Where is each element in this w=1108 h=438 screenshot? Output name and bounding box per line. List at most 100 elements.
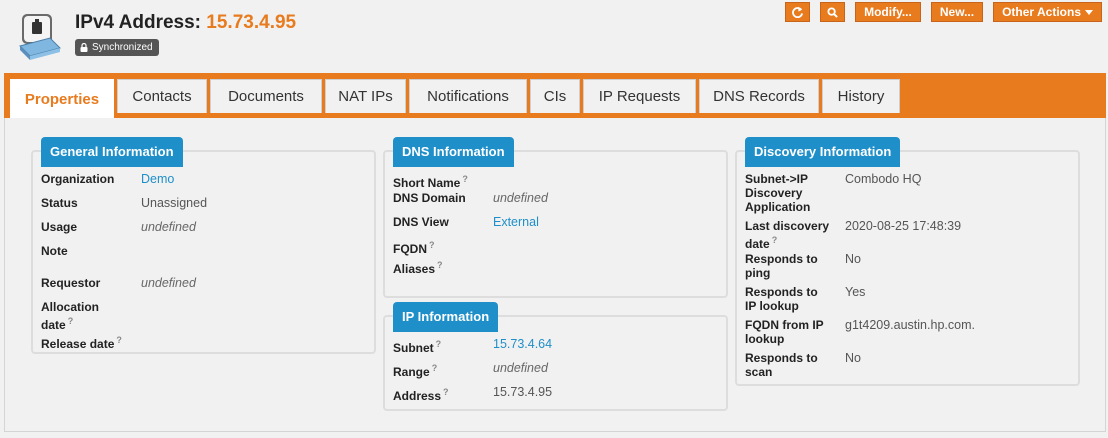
tab-label: NAT IPs xyxy=(338,88,393,105)
caret-down-icon xyxy=(1085,9,1093,15)
fqdn-lookup-label-line2: lookup xyxy=(745,332,785,346)
app-label-line3: Application xyxy=(745,200,811,214)
title-ip-address: 15.73.4.95 xyxy=(206,12,297,33)
dns-domain-label: DNS Domain xyxy=(393,191,466,205)
dns-information-title: DNS Information xyxy=(393,137,514,167)
discovery-information-title: Discovery Information xyxy=(745,137,901,167)
last-discovery-date-value: 2020-08-25 17:48:39 xyxy=(845,219,962,233)
range-label: Range? xyxy=(393,361,437,379)
responds-to-ip-lookup-label: Responds to IP lookup xyxy=(745,285,818,313)
dns-view-label: DNS View xyxy=(393,215,449,229)
other-actions-button[interactable]: Other Actions xyxy=(993,2,1102,22)
help-icon[interactable]: ? xyxy=(436,339,442,349)
tab-label: History xyxy=(837,88,885,105)
app-label-line2: Discovery xyxy=(745,186,803,200)
title-label: IPv4 Address: xyxy=(75,12,202,33)
modify-button-label: Modify... xyxy=(864,5,912,19)
help-icon[interactable]: ? xyxy=(68,316,74,326)
tab-cis[interactable]: CIs xyxy=(530,79,580,113)
allocation-label-line2: date xyxy=(41,318,66,332)
modify-button[interactable]: Modify... xyxy=(855,2,921,22)
allocation-date-label: Allocation date? xyxy=(41,300,99,332)
tab-ip-requests[interactable]: IP Requests xyxy=(583,79,696,113)
search-icon xyxy=(827,6,838,18)
aliases-label-text: Aliases xyxy=(393,262,436,276)
app-label-line1: Subnet->IP xyxy=(745,172,809,186)
tab-label: CIs xyxy=(543,88,567,105)
sync-badge-label: Synchronized xyxy=(92,42,153,53)
fqdn-from-ip-lookup-value: g1t4209.austin.hp.com. xyxy=(845,318,975,332)
page: IPv4 Address: 15.73.4.95 Synchronized Mo… xyxy=(0,0,1108,438)
tab-history[interactable]: History xyxy=(822,79,900,113)
new-button-label: New... xyxy=(939,5,975,19)
dns-view-link[interactable]: External xyxy=(493,215,539,229)
tab-label: Documents xyxy=(228,88,304,105)
status-label: Status xyxy=(41,196,78,210)
general-information-title: General Information xyxy=(41,137,183,167)
iplookup-label-line2: IP lookup xyxy=(745,299,799,313)
discovery-application-label: Subnet->IP Discovery Application xyxy=(745,172,810,214)
ping-label-line2: ping xyxy=(745,266,771,280)
scan-label-line1: Responds to xyxy=(745,351,818,365)
requestor-value: undefined xyxy=(141,276,196,290)
fqdn-label-text: FQDN xyxy=(393,242,427,256)
help-icon[interactable]: ? xyxy=(772,235,778,245)
address-value: 15.73.4.95 xyxy=(493,385,553,399)
discovery-application-value: Combodo HQ xyxy=(845,172,922,186)
help-icon[interactable]: ? xyxy=(432,363,438,373)
tab-documents[interactable]: Documents xyxy=(210,79,322,113)
tab-label: Properties xyxy=(24,90,100,108)
tab-properties[interactable]: Properties xyxy=(10,79,114,118)
tab-label: IP Requests xyxy=(598,88,681,105)
organization-link[interactable]: Demo xyxy=(141,172,174,186)
tab-bar: Properties Contacts Documents NAT IPs No… xyxy=(4,73,1106,118)
search-button[interactable] xyxy=(820,2,846,22)
tab-nat-ips[interactable]: NAT IPs xyxy=(325,79,406,113)
ip-information-title: IP Information xyxy=(393,302,499,332)
short-name-label: Short Name? xyxy=(393,172,468,190)
iplookup-label-line1: Responds to xyxy=(745,285,818,299)
allocation-label-line1: Allocation xyxy=(41,300,100,314)
subnet-label-text: Subnet xyxy=(393,341,434,355)
subnet-label: Subnet? xyxy=(393,337,441,355)
responds-to-scan-value: No xyxy=(845,351,861,365)
new-button[interactable]: New... xyxy=(930,2,984,22)
tab-label: DNS Records xyxy=(713,88,805,105)
responds-to-ip-lookup-value: Yes xyxy=(845,285,866,299)
action-toolbar: Modify... New... Other Actions xyxy=(785,2,1102,22)
tab-label: Notifications xyxy=(427,88,509,105)
note-label: Note xyxy=(41,244,68,258)
address-label: Address? xyxy=(393,385,449,403)
ping-label-line1: Responds to xyxy=(745,252,818,266)
responds-to-scan-label: Responds to scan xyxy=(745,351,818,379)
responds-to-ping-label: Responds to ping xyxy=(745,252,818,280)
object-header: IPv4 Address: 15.73.4.95 Synchronized Mo… xyxy=(0,0,1108,68)
scan-label-line2: scan xyxy=(745,365,773,379)
range-value: undefined xyxy=(493,361,548,375)
fqdn-lookup-label-line1: FQDN from IP xyxy=(745,318,824,332)
other-actions-label: Other Actions xyxy=(1002,5,1081,19)
address-label-text: Address xyxy=(393,389,442,403)
organization-label: Organization xyxy=(41,172,115,186)
release-date-label: Release date? xyxy=(41,333,122,351)
tab-notifications[interactable]: Notifications xyxy=(409,79,527,113)
last-discovery-date-label: Last discovery date? xyxy=(745,219,829,251)
help-icon[interactable]: ? xyxy=(429,240,435,250)
page-title: IPv4 Address: 15.73.4.95 xyxy=(75,12,296,34)
lock-icon xyxy=(80,43,88,52)
short-name-label-text: Short Name xyxy=(393,176,461,190)
help-icon[interactable]: ? xyxy=(462,174,468,184)
usage-value: undefined xyxy=(141,220,196,234)
usage-label: Usage xyxy=(41,220,78,234)
fqdn-from-ip-lookup-label: FQDN from IP lookup xyxy=(745,318,824,346)
tab-contacts[interactable]: Contacts xyxy=(117,79,207,113)
help-icon[interactable]: ? xyxy=(443,387,449,397)
responds-to-ping-value: No xyxy=(845,252,861,266)
refresh-button[interactable] xyxy=(785,2,811,22)
help-icon[interactable]: ? xyxy=(437,260,443,270)
tab-dns-records[interactable]: DNS Records xyxy=(699,79,819,113)
status-value: Unassigned xyxy=(141,196,208,210)
status-badge: Synchronized xyxy=(75,39,159,56)
subnet-link[interactable]: 15.73.4.64 xyxy=(493,337,552,351)
help-icon[interactable]: ? xyxy=(116,335,122,345)
